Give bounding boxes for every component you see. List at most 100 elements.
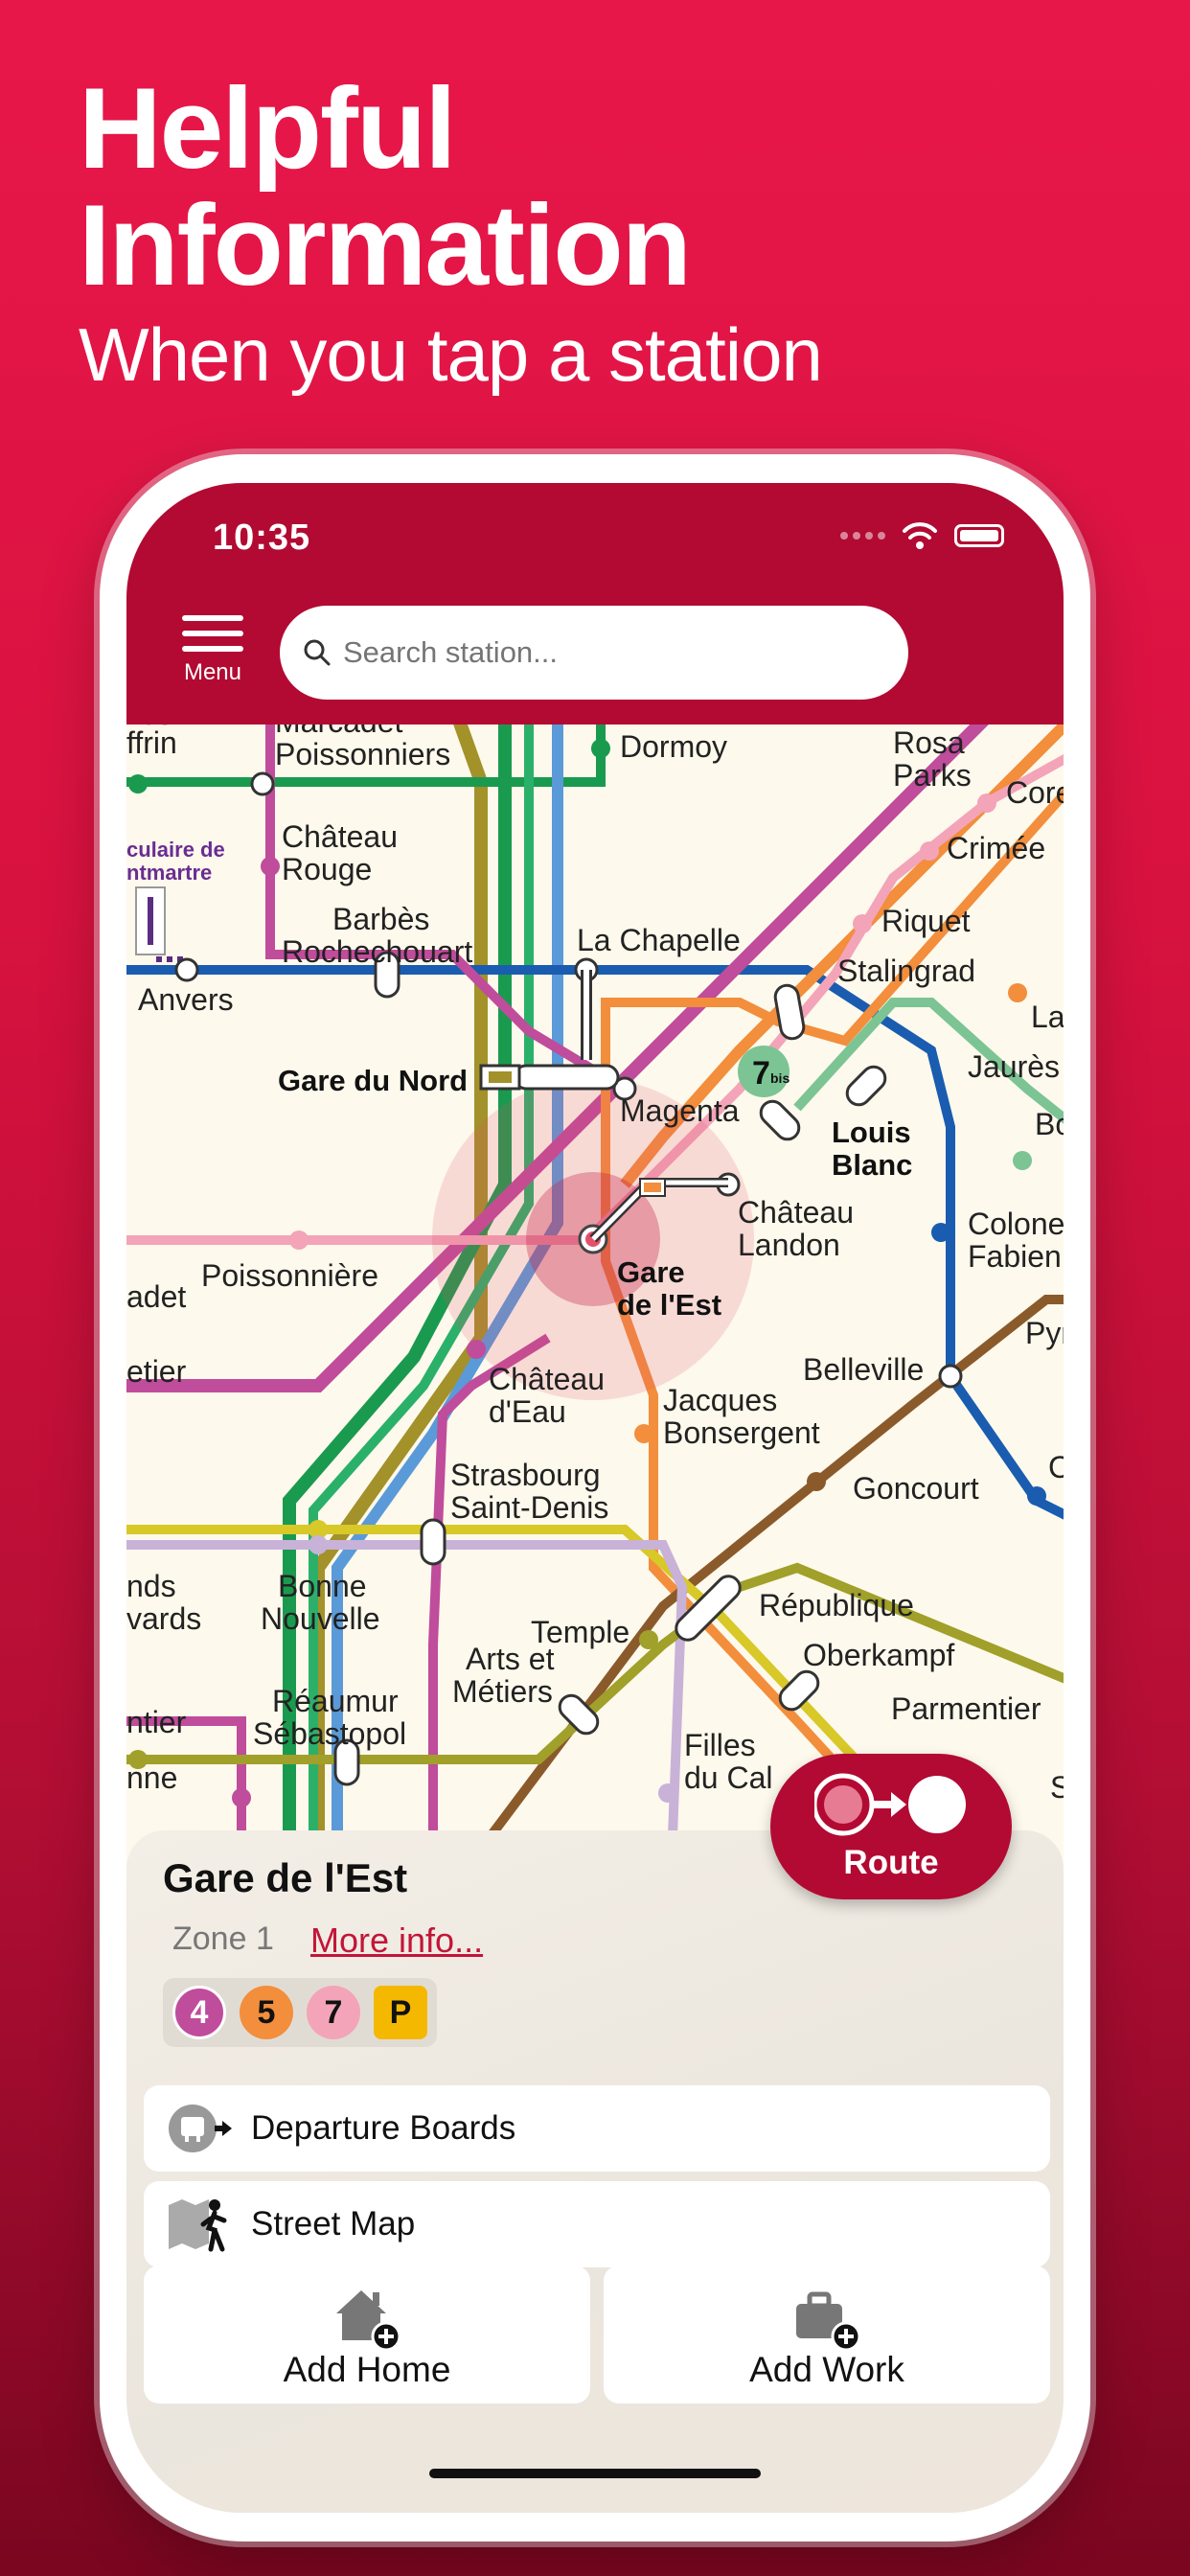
map-label: nne [126,1760,177,1795]
station-zone: Zone 1 [172,1920,274,1957]
headline-line-1: Helpful [79,64,457,193]
map-label: Colone [968,1207,1064,1241]
battery-icon [954,524,1004,547]
map-label: Rochechouart [282,934,472,969]
map-label: S [1050,1770,1064,1805]
map-label: Louis [832,1116,911,1149]
map-label: Riquet [881,904,971,938]
add-work-icon [796,2291,861,2352]
map-label: Château [282,819,398,854]
line-badge-5[interactable]: 5 [240,1986,293,2039]
map-label: Magenta [620,1093,740,1128]
top-bar: 10:35 Menu [126,483,1064,724]
map-label: de l'Est [617,1288,721,1322]
map-label: Gare du Nord [278,1064,468,1097]
map-label: Goncourt [853,1471,979,1506]
map-label: Poissonniers [275,737,450,771]
map-label: ntmartre [126,861,212,885]
map-label: Barbès [332,902,429,936]
more-info-link[interactable]: More info... [310,1920,483,1961]
map-label: Saint-Denis [450,1490,608,1525]
wifi-icon [903,522,937,549]
map-label: adet [126,1279,186,1314]
promo-headline: Helpful Information When you tap a stati… [79,64,823,399]
map-label: Gare [617,1255,685,1289]
departure-boards-button[interactable]: Departure Boards [144,2085,1050,2172]
headline-subtitle: When you tap a station [79,312,823,397]
map-label: Strasbourg [450,1458,601,1492]
parking-badge[interactable]: P [374,1986,427,2039]
map-label: Anvers [138,982,234,1017]
search-input[interactable] [341,634,881,671]
map-label: d'Eau [489,1394,566,1429]
add-home-button[interactable]: Add Home [144,2266,590,2404]
line-badge-7[interactable]: 7 [307,1986,360,2039]
map-label: Poissonnière [201,1258,378,1293]
map-label: culaire de [126,838,225,862]
map-label: etier [126,1354,187,1389]
map-label: Fabien [968,1239,1062,1274]
route-label: Route [843,1844,939,1881]
map-label: Jaurès [968,1049,1060,1084]
map-label: Landon [738,1228,840,1262]
map-label: Stalingrad [837,954,975,988]
svg-text:7: 7 [752,1055,770,1092]
map-label: vards [126,1601,201,1636]
map-label: République [759,1588,914,1622]
route-icon [812,1773,966,1836]
map-label: Parmentier [891,1691,1041,1726]
map-label: Château [489,1362,605,1396]
departure-board-icon [169,2104,232,2152]
map-label: Métiers [452,1674,553,1709]
map-label: nds [126,1569,176,1603]
add-home-icon [336,2290,401,2352]
street-map-button[interactable]: Street Map [144,2181,1050,2267]
map-label: Rosa [893,725,965,760]
map-label: Pyr [1025,1316,1064,1350]
map-label: Belleville [803,1352,924,1387]
map-label-bis: bis [770,1070,790,1086]
map-label: Bonsergent [663,1415,820,1450]
map-label: Oberkampf [803,1638,954,1672]
signal-icon [840,532,885,540]
home-indicator[interactable] [429,2469,761,2478]
map-label: Blanc [832,1148,912,1182]
map-label: Rouge [282,852,372,886]
line-badges: 4 5 7 P [163,1978,437,2047]
map-label: Bo [1035,1107,1064,1141]
route-button[interactable]: Route [770,1754,1012,1899]
search-icon [304,639,331,666]
map-label: Jacques [663,1383,777,1417]
street-map-icon [169,2199,227,2252]
map-label: Sébastopol [253,1716,406,1751]
map-label: La [1031,1000,1064,1034]
add-home-label: Add Home [283,2350,451,2389]
menu-label: Menu [183,659,242,685]
map-label: La Chapelle [577,923,741,957]
street-map-label: Street Map [251,2205,416,2242]
map-label: C [1048,1450,1064,1484]
status-icons [840,521,1004,550]
map-label: Filles [684,1728,756,1762]
metro-map[interactable]: 7 bis lles ffrin Marcadet Poissonniers D… [126,724,1064,1836]
status-time: 10:35 [213,518,311,558]
map-label: Nouvelle [261,1601,380,1636]
hamburger-icon [178,615,247,652]
phone-frame: 7 bis lles ffrin Marcadet Poissonniers D… [100,454,1090,2542]
departure-boards-label: Departure Boards [251,2109,516,2147]
map-label: Parks [893,758,972,793]
map-label: Arts et [466,1642,555,1676]
add-work-button[interactable]: Add Work [604,2266,1050,2404]
menu-button[interactable]: Menu [178,615,247,686]
line-badge-4[interactable]: 4 [172,1986,226,2039]
phone-screen: 7 bis lles ffrin Marcadet Poissonniers D… [126,483,1064,2513]
map-label: ntier [126,1705,187,1739]
add-work-label: Add Work [749,2350,904,2389]
map-label: Bonne [278,1569,367,1603]
map-label: Crimée [947,831,1045,865]
headline-line-2: Information [79,181,692,310]
map-label: Château [738,1195,854,1230]
station-name: Gare de l'Est [163,1855,408,1900]
map-label: du Cal [684,1760,773,1795]
search-bar[interactable] [280,606,908,700]
